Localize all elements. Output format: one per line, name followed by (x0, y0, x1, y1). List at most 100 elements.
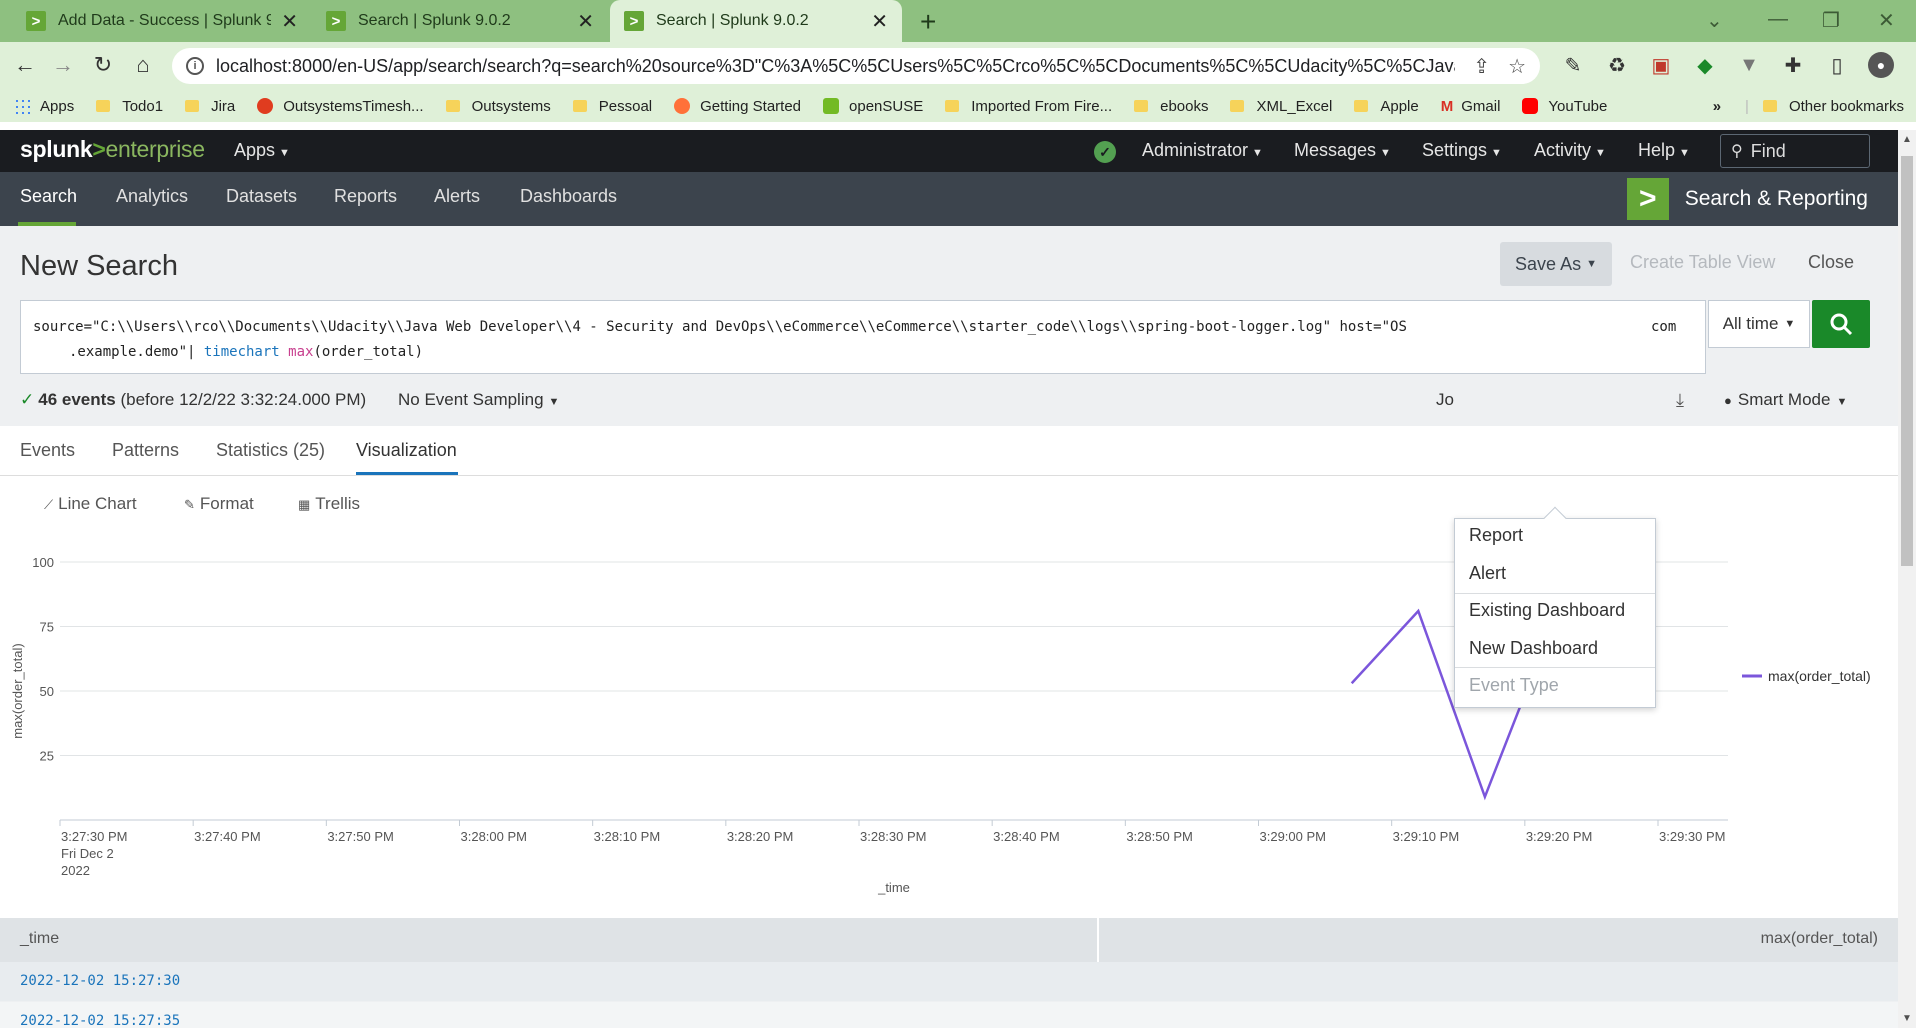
scroll-up-icon[interactable]: ▲ (1902, 134, 1912, 145)
help-menu[interactable]: Help ▼ (1638, 140, 1690, 161)
tab-events[interactable]: Events (20, 440, 75, 461)
menu-divider (1455, 593, 1655, 594)
tab-patterns[interactable]: Patterns (112, 440, 179, 461)
table-row[interactable]: 2022-12-02 15:27:35 (0, 1002, 1898, 1028)
page-scrollbar[interactable]: ▲ ▼ (1898, 130, 1916, 1028)
table-row[interactable]: 2022-12-02 15:27:30 (0, 962, 1898, 1001)
bookmark-apps[interactable]: Apps (14, 98, 74, 115)
browser-tab[interactable]: > Search | Splunk 9.0.2 ✕ (312, 0, 608, 42)
search-button[interactable] (1812, 300, 1870, 348)
bookmark-jira[interactable]: Jira (185, 98, 235, 115)
bookmark-gmail[interactable]: M Gmail (1441, 98, 1501, 115)
bookmark-pessoal[interactable]: Pessoal (572, 98, 652, 115)
appnav-alerts[interactable]: Alerts (434, 186, 480, 207)
browser-tab[interactable]: > Add Data - Success | Splunk 9.0.2 ✕ (12, 0, 312, 42)
x-tick-label: 3:28:10 PM (594, 829, 661, 844)
close-button[interactable]: Close (1808, 252, 1854, 273)
appnav-datasets[interactable]: Datasets (226, 186, 297, 207)
messages-menu[interactable]: Messages ▼ (1294, 140, 1391, 161)
tab-visualization[interactable]: Visualization (356, 440, 457, 461)
forward-arrow-icon[interactable]: → (48, 52, 78, 78)
create-table-view-button[interactable]: Create Table View (1630, 252, 1775, 273)
bookmark-todo1[interactable]: Todo1 (96, 98, 163, 115)
bookmarks-bar: Apps Todo1 Jira OutsystemsTimesh... Outs… (0, 90, 1916, 122)
share-icon[interactable]: ⇪ (1473, 54, 1490, 79)
more-vert-icon[interactable]: ⋮ (1912, 52, 1916, 78)
app-title[interactable]: > Search & Reporting (1626, 178, 1868, 220)
vuejs-extension-icon[interactable]: ▼ (1736, 52, 1762, 78)
apps-grid-icon (14, 98, 30, 114)
back-arrow-icon[interactable]: ← (10, 52, 40, 78)
activity-menu[interactable]: Activity ▼ (1534, 140, 1606, 161)
menu-item-new-dashboard[interactable]: New Dashboard (1469, 638, 1598, 659)
bookmark-imported[interactable]: Imported From Fire... (945, 98, 1112, 115)
search-query-input[interactable]: source="C:\\Users\\rco\\Documents\\Udaci… (20, 300, 1706, 374)
apps-menu[interactable]: Apps ▼ (234, 140, 290, 161)
settings-menu[interactable]: Settings ▼ (1422, 140, 1502, 161)
eyedropper-icon[interactable]: ✎ (1560, 52, 1586, 78)
sidepanel-icon[interactable]: ▯ (1824, 52, 1850, 78)
folder-icon (572, 100, 587, 112)
bookmark-ebooks[interactable]: ebooks (1134, 98, 1208, 115)
job-menu[interactable]: Jo (1436, 390, 1454, 410)
column-header-time[interactable]: _time (20, 930, 59, 948)
bookmark-outsystems[interactable]: Outsystems (445, 98, 551, 115)
minimize-icon[interactable]: — (1768, 8, 1788, 31)
menu-item-event-type: Event Type (1469, 675, 1559, 695)
tab-statistics[interactable]: Statistics (25) (216, 440, 325, 461)
close-icon[interactable]: ✕ (871, 9, 888, 34)
appnav-analytics[interactable]: Analytics (116, 186, 188, 207)
administrator-menu[interactable]: Administrator ▼ (1142, 140, 1263, 161)
column-header-max-order-total[interactable]: max(order_total) (1761, 930, 1878, 948)
menu-divider (1455, 667, 1655, 668)
recycle-icon[interactable]: ♻ (1604, 52, 1630, 78)
green-extension-icon[interactable]: ◆ (1692, 52, 1718, 78)
save-as-menu: Report Alert Existing Dashboard New Dash… (1454, 506, 1656, 708)
bookmark-other[interactable]: Other bookmarks (1762, 98, 1904, 115)
scroll-down-icon[interactable]: ▼ (1902, 1013, 1912, 1024)
search-mode-dropdown[interactable]: ● Smart Mode ▼ (1724, 390, 1847, 410)
tab-title: Search | Splunk 9.0.2 (358, 12, 511, 29)
caret-down-icon: ▼ (1595, 147, 1606, 159)
pdf-extension-icon[interactable]: ▣ (1648, 52, 1674, 78)
query-line-2: .example.demo"| timechart max(order_tota… (69, 344, 424, 360)
appnav-dashboards[interactable]: Dashboards (520, 186, 617, 207)
info-icon[interactable]: i (186, 57, 204, 75)
bookmark-opensuse[interactable]: openSUSE (823, 98, 923, 115)
menu-item-existing-dashboard[interactable]: Existing Dashboard (1469, 600, 1625, 621)
health-ok-icon[interactable]: ✓ (1094, 141, 1116, 163)
bookmark-youtube[interactable]: YouTube (1522, 98, 1607, 115)
appnav-reports[interactable]: Reports (334, 186, 397, 207)
restore-icon[interactable]: ❐ (1822, 8, 1840, 33)
menu-item-report[interactable]: Report (1469, 525, 1523, 546)
y-tick-label: 50 (40, 684, 54, 699)
window-close-icon[interactable]: ✕ (1878, 8, 1895, 33)
avatar[interactable]: ● (1868, 52, 1894, 78)
bookmark-apple[interactable]: Apple (1354, 98, 1419, 115)
event-sampling-dropdown[interactable]: No Event Sampling ▼ (398, 390, 559, 410)
query-line-1: source="C:\\Users\\rco\\Documents\\Udaci… (33, 319, 1677, 335)
time-range-picker[interactable]: All time ▼ (1708, 300, 1810, 348)
reload-icon[interactable]: ↻ (88, 52, 118, 78)
find-input[interactable]: ⚲ Find (1720, 134, 1870, 168)
splunk-logo[interactable]: splunk>enterprise (20, 136, 205, 163)
menu-item-alert[interactable]: Alert (1469, 563, 1506, 584)
more-bookmarks-icon[interactable]: » (1713, 98, 1721, 115)
close-icon[interactable]: ✕ (281, 9, 298, 34)
appnav-search[interactable]: Search (20, 186, 77, 207)
save-as-button[interactable]: Save As ▼ (1500, 242, 1612, 286)
address-bar[interactable]: i localhost:8000/en-US/app/search/search… (172, 48, 1540, 84)
download-icon[interactable]: ⤓ (1676, 390, 1684, 411)
bookmark-outsystems-timesheet[interactable]: OutsystemsTimesh... (257, 98, 424, 115)
scrollbar-thumb[interactable] (1901, 156, 1913, 566)
bookmark-getting-started[interactable]: Getting Started (674, 98, 801, 115)
chevron-down-icon[interactable]: ⌄ (1706, 8, 1723, 33)
home-icon[interactable]: ⌂ (128, 52, 158, 78)
browser-tab-active[interactable]: > Search | Splunk 9.0.2 ✕ (610, 0, 902, 42)
star-icon[interactable]: ☆ (1508, 54, 1526, 79)
new-tab-button[interactable]: + (920, 6, 936, 38)
puzzle-icon[interactable]: ✚ (1780, 52, 1806, 78)
caret-down-icon: ▼ (1784, 318, 1796, 330)
bookmark-xml-excel[interactable]: XML_Excel (1230, 98, 1332, 115)
close-icon[interactable]: ✕ (577, 9, 594, 34)
